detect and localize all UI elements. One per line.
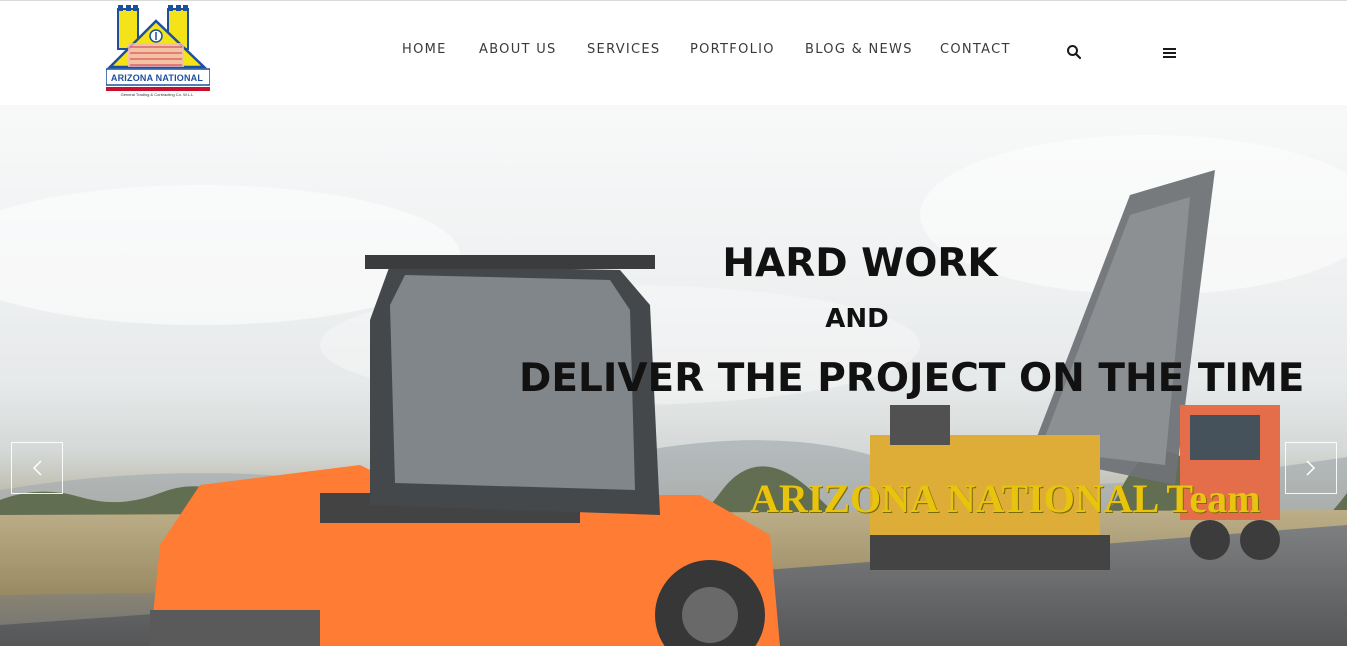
menu-icon [1163,48,1176,58]
nav-item-blog-news[interactable]: BLOG & NEWS [805,42,913,57]
menu-button[interactable] [1163,46,1177,60]
search-icon [1067,45,1082,60]
chevron-right-icon [1306,460,1316,476]
nav-item-portfolio[interactable]: PORTFOLIO [690,42,775,57]
hero-headline: HARD WORK [722,241,998,286]
nav-item-about-us[interactable]: ABOUT US [479,42,557,57]
chevron-left-icon [32,460,42,476]
main-navigation: HOME ABOUT US SERVICES PORTFOLIO BLOG & … [0,42,1347,62]
logo-subtitle: General Trading & Contracting Co. W.L.L [120,92,194,97]
hero-slider: HARD WORK AND DELIVER THE PROJECT ON THE… [0,105,1347,646]
nav-item-services[interactable]: SERVICES [587,42,660,57]
hero-subheadline: DELIVER THE PROJECT ON THE TIME [519,356,1305,401]
slider-next-button[interactable] [1285,442,1337,494]
nav-item-home[interactable]: HOME [402,42,447,57]
logo-name: ARIZONA NATIONAL [110,73,204,83]
slider-prev-button[interactable] [11,442,63,494]
nav-item-contact[interactable]: CONTACT [940,42,1011,57]
hero-brand-tagline: ARIZONA NATIONAL Team [750,476,1261,521]
search-button[interactable] [1066,44,1082,60]
hero-connector: AND [825,304,889,334]
site-header: ARIZONA NATIONAL General Trading & Contr… [0,0,1347,105]
